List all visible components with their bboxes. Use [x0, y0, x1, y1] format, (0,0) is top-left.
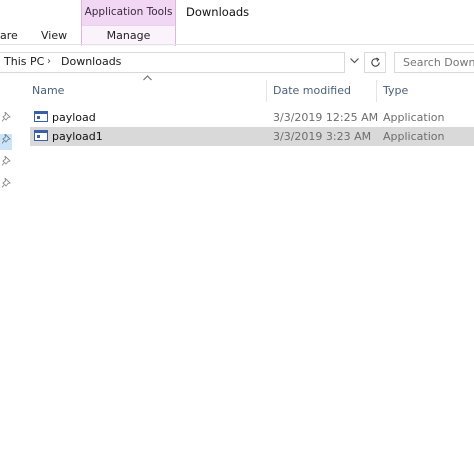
breadcrumb-this-pc[interactable]: This PC — [4, 54, 44, 70]
ribbon-divider — [0, 44, 474, 45]
file-type: Application — [383, 111, 445, 124]
sort-up-icon — [143, 74, 152, 83]
breadcrumb-downloads[interactable]: Downloads — [61, 54, 121, 70]
column-header-date-modified[interactable]: Date modified — [273, 82, 351, 100]
breadcrumb-separator-icon[interactable]: › — [47, 54, 51, 70]
window-title: Downloads — [186, 5, 250, 19]
pin-icon-glyph — [1, 154, 11, 166]
column-header-name[interactable]: Name — [32, 82, 64, 100]
application-icon — [34, 111, 48, 122]
file-date-modified: 3/3/2019 12:25 AM — [273, 111, 379, 124]
column-header-type[interactable]: Type — [383, 82, 408, 100]
sort-up-icon-glyph — [143, 75, 152, 81]
tab-share[interactable]: are — [0, 28, 18, 44]
column-divider[interactable] — [376, 80, 377, 102]
refresh-button[interactable] — [364, 52, 386, 73]
chevron-down-icon-glyph — [349, 58, 359, 64]
file-type: Application — [383, 130, 445, 143]
chevron-down-icon[interactable] — [346, 52, 362, 73]
address-bar[interactable] — [0, 52, 345, 73]
pin-icon-glyph — [1, 132, 11, 144]
contextual-group-header: Application Tools — [81, 0, 176, 25]
pin-icon[interactable] — [0, 176, 12, 194]
file-row[interactable]: payload 3/3/2019 12:25 AM Application — [30, 108, 474, 127]
pin-icon[interactable] — [0, 132, 12, 150]
pin-icon-glyph — [1, 176, 11, 188]
pin-icon[interactable] — [0, 154, 12, 172]
column-divider[interactable] — [266, 80, 267, 102]
file-date-modified: 3/3/2019 3:23 AM — [273, 130, 372, 143]
tab-manage[interactable]: Manage — [81, 25, 176, 46]
search-input[interactable] — [395, 53, 474, 72]
file-row[interactable]: payload1 3/3/2019 3:23 AM Application — [30, 127, 474, 146]
search-box[interactable] — [394, 52, 474, 73]
refresh-icon — [370, 57, 380, 67]
tab-view[interactable]: View — [41, 28, 67, 44]
file-name: payload1 — [52, 130, 103, 143]
pin-icon[interactable] — [0, 110, 12, 128]
file-name: payload — [52, 111, 96, 124]
pin-icon-glyph — [1, 110, 11, 122]
application-icon — [34, 130, 48, 141]
